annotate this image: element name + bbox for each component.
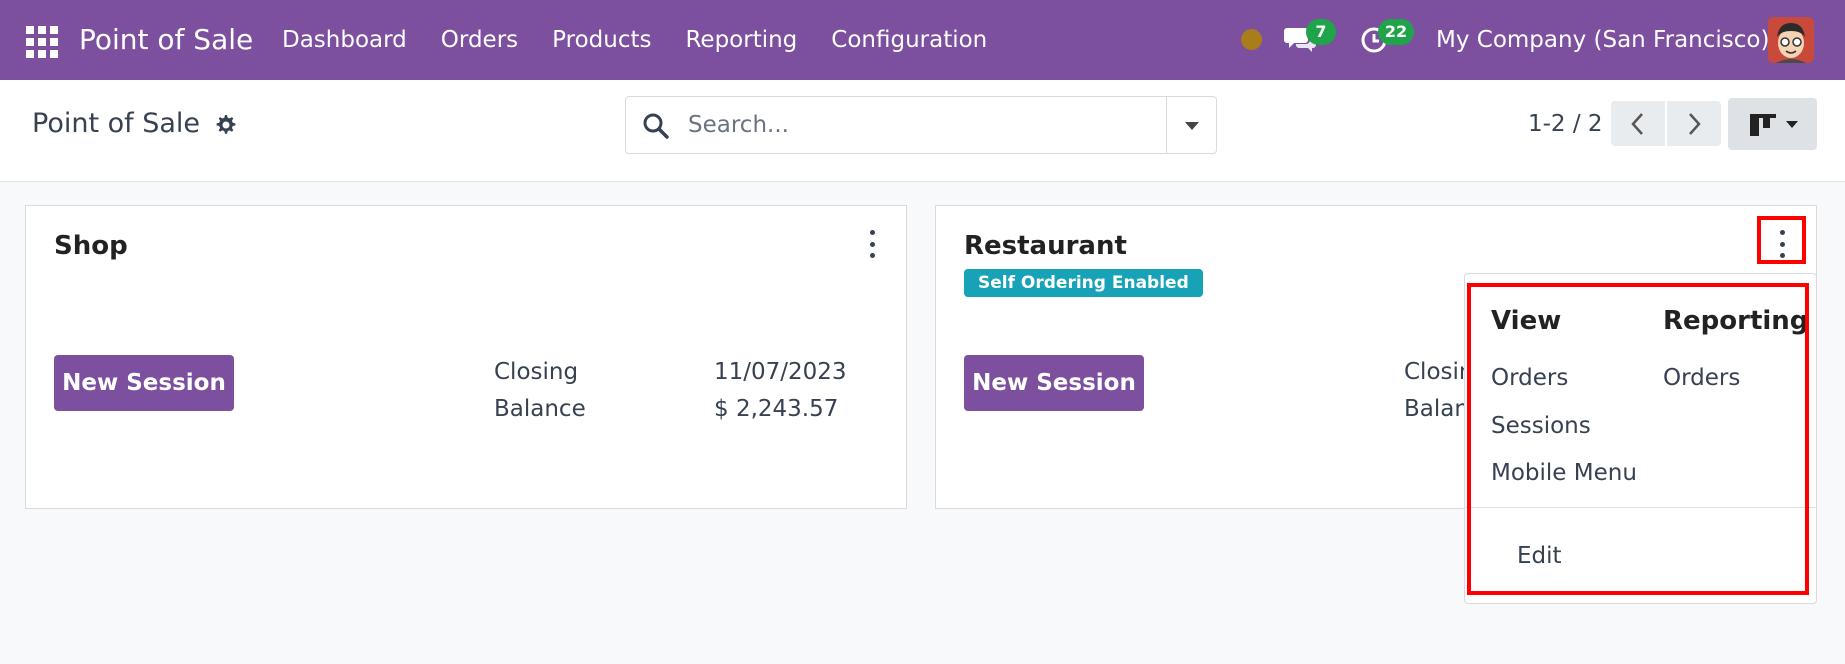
status-badge: Self Ordering Enabled [964, 269, 1203, 297]
chevron-left-icon [1631, 113, 1643, 135]
user-avatar-icon[interactable] [1768, 17, 1814, 63]
app-brand[interactable]: Point of Sale [79, 20, 253, 60]
card-title: Restaurant [964, 231, 1127, 261]
company-switcher[interactable]: My Company (San Francisco) [1436, 20, 1769, 60]
highlight-box [1757, 216, 1806, 264]
page-title: Point of Sale [32, 108, 201, 139]
search-icon [642, 112, 670, 144]
menu-item-reporting[interactable]: Reporting [668, 20, 814, 60]
balance-label: Balance [494, 396, 586, 422]
highlight-box [1467, 283, 1809, 595]
kebab-menu-icon[interactable] [866, 230, 878, 258]
kanban-view-icon [1750, 114, 1776, 136]
pager-value[interactable]: 1-2 / 2 [1528, 104, 1603, 144]
top-navbar: Point of Sale Dashboard Orders Products … [0, 0, 1845, 80]
apps-grid-icon[interactable] [26, 26, 58, 58]
kanban-card-shop: Shop New Session Closing 11/07/2023 Bala… [25, 205, 907, 509]
balance-label: Balan [1404, 396, 1469, 422]
search-input[interactable] [688, 107, 1168, 143]
search-box [625, 96, 1217, 154]
messages-count-badge: 7 [1306, 19, 1336, 45]
card-title: Shop [54, 231, 128, 261]
menu-item-dashboard[interactable]: Dashboard [282, 20, 424, 60]
main-menu: Dashboard Orders Products Reporting Conf… [282, 20, 1004, 60]
menu-item-orders[interactable]: Orders [424, 20, 535, 60]
new-session-button[interactable]: New Session [964, 355, 1144, 411]
pager-previous-button[interactable] [1611, 101, 1665, 146]
new-session-button[interactable]: New Session [54, 355, 234, 411]
chevron-right-icon [1689, 113, 1701, 135]
pager-next-button[interactable] [1667, 101, 1721, 146]
menu-item-products[interactable]: Products [535, 20, 668, 60]
caret-down-icon [1185, 122, 1199, 130]
caret-down-icon [1786, 121, 1798, 128]
menu-item-configuration[interactable]: Configuration [814, 20, 1004, 60]
view-switcher-button[interactable] [1728, 98, 1817, 150]
search-options-toggle[interactable] [1166, 96, 1217, 154]
balance-value: $ 2,243.57 [714, 396, 839, 422]
activities-count-badge: 22 [1378, 19, 1414, 45]
gear-icon[interactable] [213, 113, 237, 141]
closing-label: Closing [494, 359, 579, 385]
status-dot-icon[interactable] [1241, 29, 1262, 50]
control-panel: Point of Sale 1-2 / 2 [0, 80, 1845, 182]
closing-date: 11/07/2023 [714, 359, 847, 385]
